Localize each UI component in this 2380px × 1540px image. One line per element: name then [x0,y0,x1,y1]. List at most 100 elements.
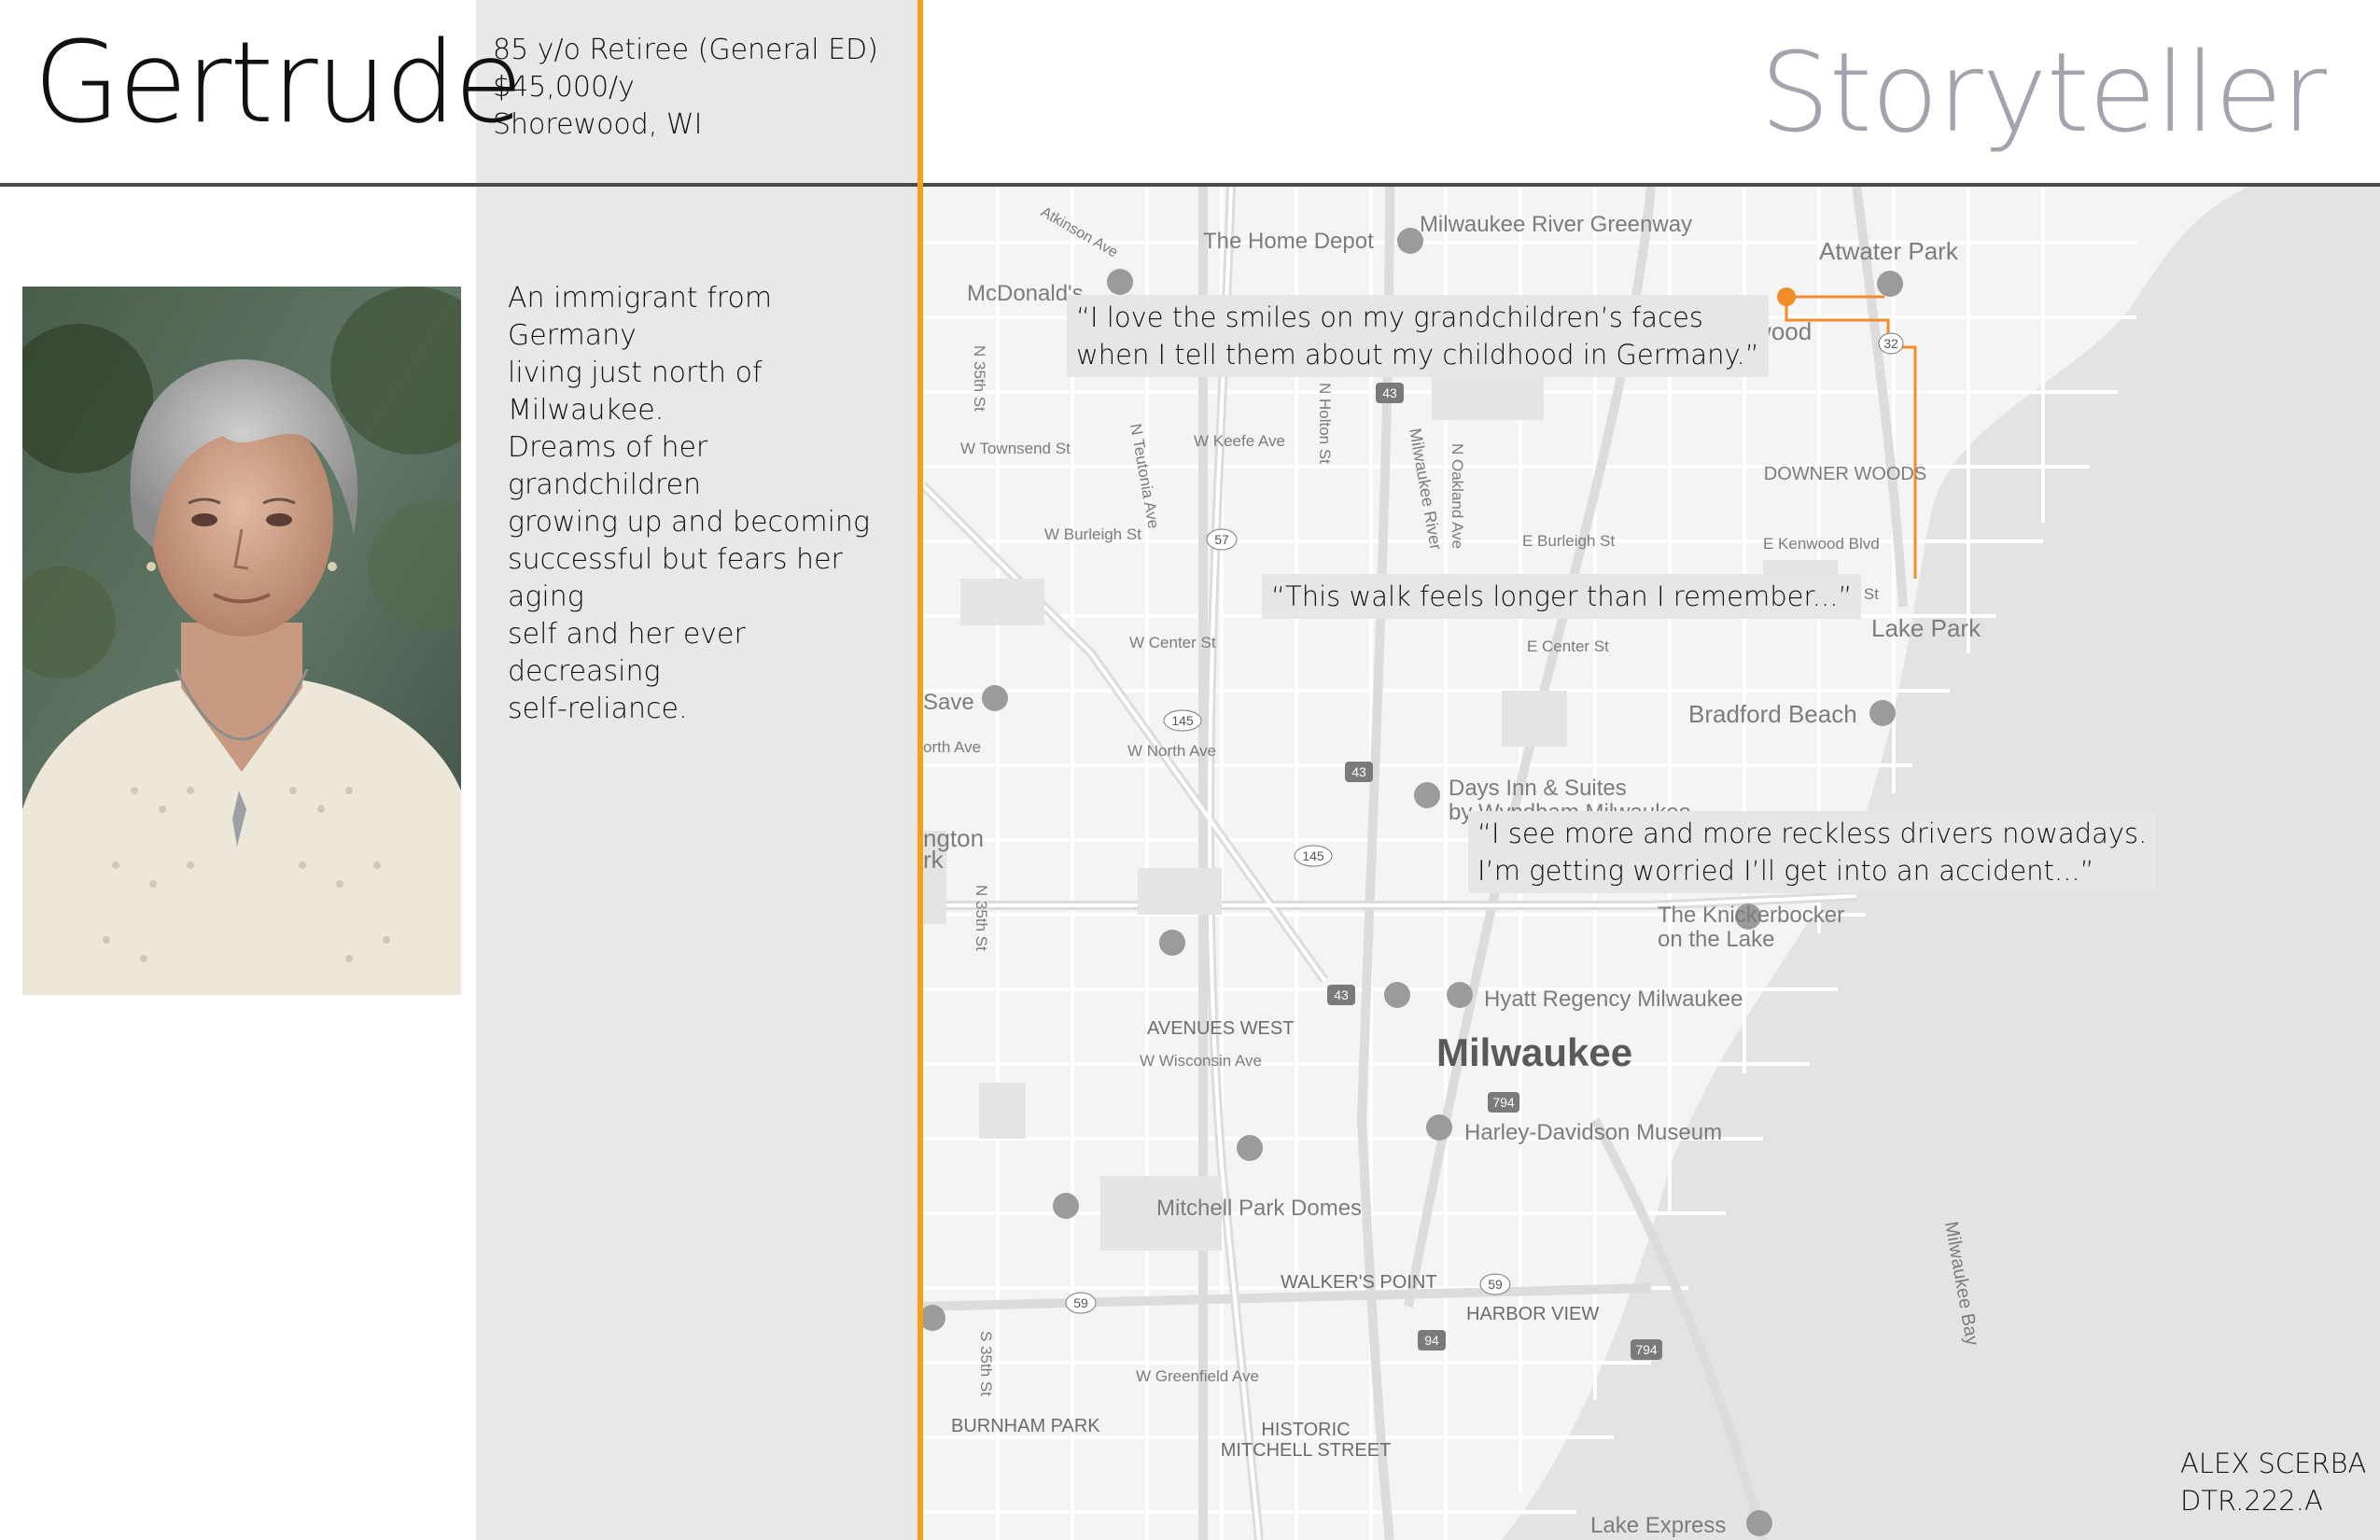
highway-shield: 794 [1631,1339,1662,1360]
bio-line: self-reliance. [508,693,688,725]
demographics: 85 y/o Retiree (General ED) $45,000/y Sh… [493,32,878,144]
map-label: N Oakland Ave [1449,443,1466,549]
quote-callout: “I love the smiles on my grandchildren’s… [1067,295,1769,377]
map-label: Save [923,690,974,715]
highway-shield: 59 [1479,1273,1511,1295]
map-label: BURNHAM PARK [951,1416,1100,1436]
bio-line: Dreams of her grandchildren [508,431,708,501]
bio-line: An immigrant from Germany [508,282,773,352]
map-label: N 35th St [971,345,988,412]
persona-photo [22,287,461,995]
ferry-icon [1746,1510,1772,1536]
highway-shield: 32 [1878,332,1904,355]
map-label: Days Inn & Suites [1449,776,1627,801]
map-label: W Burleigh St [1044,525,1141,543]
demographics-column [476,0,918,1540]
highway-shield: 43 [1376,383,1404,403]
svg-text:43: 43 [1351,764,1366,779]
map-label: orth Ave [923,738,981,756]
location: Shorewood, WI [493,108,703,141]
highway-shield: 43 [1327,985,1355,1005]
quote-callout: “I see more and more reckless drivers no… [1468,811,2157,893]
highway-shield: 145 [1163,709,1202,732]
map-label: AVENUES WEST [1147,1018,1294,1039]
map-label: Harley-Davidson Museum [1464,1120,1722,1145]
highway-shield: 794 [1488,1092,1519,1113]
hotel-icon [1237,1135,1263,1161]
svg-text:43: 43 [1382,385,1397,400]
map-label: W Greenfield Ave [1136,1367,1259,1385]
map-label: The Knickerbocker [1658,903,1844,928]
map-label: Milwaukee River Greenway [1420,212,1692,237]
school-icon [1159,930,1185,956]
quote-line: “I love the smiles on my grandchildren’s… [1076,301,1703,333]
highway-shield: 94 [1418,1330,1446,1351]
map-label: W Townsend St [960,440,1071,457]
map-label: Bradford Beach [1688,700,1857,728]
svg-text:145: 145 [1302,848,1324,863]
hotel-icon [1414,782,1440,808]
map-label: rk [923,846,945,874]
map-label: Lake Park [1871,614,1981,642]
persona-archetype: Storyteller [1759,28,2327,157]
course-code: DTR.222.A [2180,1485,2323,1517]
home-marker[interactable] [1777,287,1796,306]
bio-line: successful but fears her aging [508,543,843,613]
map-label: E Burleigh St [1522,532,1615,550]
highway-shield: 57 [1206,528,1238,551]
map-label: HISTORIC [1261,1420,1350,1440]
map-label: E Kenwood Blvd [1763,535,1880,553]
svg-text:57: 57 [1214,532,1229,547]
svg-text:32: 32 [1883,336,1898,351]
highway-shield: 59 [1065,1292,1097,1314]
svg-text:59: 59 [1073,1295,1088,1310]
camera-icon [1426,1114,1452,1141]
quote-callout: “This walk feels longer than I remember.… [1262,574,1862,619]
map-label: on the Lake [1658,927,1774,952]
highway-shield: 145 [1294,845,1333,867]
map-label: DOWNER WOODS [1764,464,1926,484]
park-icon [1877,271,1903,297]
map-label: W North Ave [1127,742,1216,760]
shopping-icon [982,685,1008,711]
income: $45,000/y [493,71,635,104]
age-occupation: 85 y/o Retiree (General ED) [493,34,878,66]
map-label: Hyatt Regency Milwaukee [1484,987,1743,1012]
map-label: The Home Depot [1203,229,1374,254]
map-label: Atwater Park [1819,237,1959,265]
map-label: Milwaukee [1436,1030,1632,1074]
map-label: E Center St [1527,637,1609,655]
bio-line: growing up and becoming [508,506,870,539]
svg-text:794: 794 [1635,1342,1658,1357]
highway-shield: 43 [1345,762,1373,782]
persona-name: Gertrude [34,19,524,148]
author-name: ALEX SCERBA [2180,1448,2367,1479]
map-label: Lake Express [1590,1513,1726,1538]
section-divider [917,0,923,1540]
author-credit: ALEX SCERBA DTR.222.A [2180,1445,2366,1519]
map-label: McDonald's [967,281,1084,306]
camera-icon [1384,982,1410,1008]
map-label: W Center St [1129,634,1216,651]
map-label: N 35th St [973,885,990,951]
quote-line: “I see more and more reckless drivers no… [1477,818,2148,849]
bio-line: self and her ever decreasing [508,618,746,688]
map-label: N Holton St [1316,383,1334,464]
svg-text:43: 43 [1334,987,1349,1002]
map-label: WALKER'S POINT [1281,1272,1437,1293]
map-label: HARBOR VIEW [1466,1304,1599,1324]
svg-text:794: 794 [1492,1095,1515,1110]
map-label: S 35th St [977,1331,995,1396]
restaurant-icon [1107,269,1133,295]
map-label: Mitchell Park Domes [1156,1196,1362,1221]
quote-line: when I tell them about my childhood in G… [1076,339,1759,371]
bio-line: living just north of Milwaukee. [508,357,763,427]
quote-line: I’m getting worried I’ll get into an acc… [1477,855,2094,887]
svg-text:94: 94 [1424,1333,1439,1348]
hotel-icon [1447,982,1473,1008]
svg-text:145: 145 [1171,713,1194,728]
persona-bio: An immigrant from Germany living just no… [508,280,900,728]
map-label: MITCHELL STREET [1221,1440,1392,1461]
map-label: W Wisconsin Ave [1140,1052,1262,1070]
svg-text:59: 59 [1488,1277,1503,1292]
